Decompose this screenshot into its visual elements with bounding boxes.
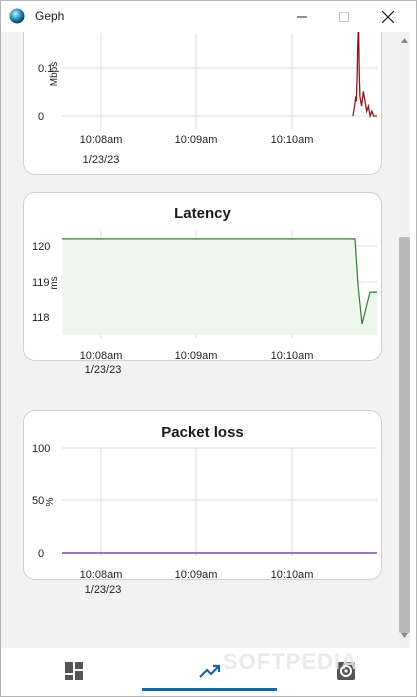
scroll-down-button[interactable]: [399, 629, 410, 641]
dashboard-icon: [65, 662, 83, 680]
x-tick-label: 10:08am: [80, 569, 123, 579]
nav-dashboard-button[interactable]: [6, 648, 142, 694]
x-tick-label: 10:08am: [80, 350, 123, 360]
throughput-chart: 0.1 0 Mbps 10:08am 10:09am 10:10am 1/23/…: [38, 32, 377, 166]
geph-logo-icon: [9, 8, 25, 24]
y-tick-label: 50: [32, 495, 44, 507]
throughput-series-line: [352, 32, 377, 119]
minimize-icon: [297, 16, 307, 17]
packet-loss-chart: 100 50 0 % 10:08am 10:09am 10:10am: [32, 443, 377, 579]
x-tick-label: 10:09am: [175, 134, 218, 146]
y-axis-label: Mbps: [49, 62, 60, 86]
maximize-button[interactable]: [321, 1, 367, 32]
x-tick-label: 10:09am: [175, 569, 218, 579]
y-axis-label: ms: [49, 276, 60, 289]
x-date-label: 1/23/23: [84, 364, 122, 376]
y-tick-label: 119: [32, 277, 50, 289]
x-tick-label: 10:10am: [271, 134, 314, 146]
active-tab-indicator: [142, 688, 277, 691]
x-tick-label: 10:09am: [175, 350, 218, 360]
y-tick-label: 100: [32, 443, 50, 455]
y-tick-label: 0: [38, 548, 44, 560]
packet-loss-card: Packet loss 100 50 0 % 10:08am 10:09am 1…: [23, 410, 382, 580]
latency-chart: 120 119 118 ms 10:08am 10:09am 10:10am: [32, 231, 377, 360]
trending-up-icon: [199, 664, 221, 678]
x-tick-label: 10:10am: [271, 569, 314, 579]
close-icon: [382, 10, 394, 23]
x-date-label: 1/23/23: [83, 154, 120, 166]
x-tick-label: 10:10am: [271, 350, 314, 360]
grid: [62, 447, 377, 556]
minimize-button[interactable]: [279, 1, 325, 32]
chevron-down-icon: [401, 632, 408, 638]
stats-scroll-area[interactable]: 0.1 0 Mbps 10:08am 10:09am 10:10am 1/23/…: [1, 32, 399, 648]
y-tick-label: 0: [38, 111, 44, 123]
x-date-label: 1/23/23: [84, 584, 122, 596]
x-tick-label: 10:08am: [80, 134, 123, 146]
close-button[interactable]: [365, 1, 411, 32]
throughput-card: 0.1 0 Mbps 10:08am 10:09am 10:10am 1/23/…: [23, 32, 382, 175]
grid: [62, 33, 377, 129]
softpedia-watermark: SOFTPEDIA: [223, 649, 358, 674]
app-window: Geph 0.1 0 Mbps 10:08am 10:09am 10:10am …: [0, 0, 417, 697]
scrollbar-thumb[interactable]: [399, 237, 410, 633]
window-title: Geph: [35, 9, 65, 23]
y-tick-label: 118: [32, 312, 50, 324]
scroll-up-button[interactable]: [399, 34, 410, 46]
title-bar: Geph: [1, 1, 416, 32]
y-tick-label: 120: [32, 241, 50, 253]
latency-card: Latency 120 119 118 ms 10:08am 10:09am 1…: [23, 192, 382, 361]
y-axis-label: %: [45, 497, 56, 506]
maximize-icon: [339, 11, 349, 22]
chevron-up-icon: [401, 37, 408, 43]
latency-area-fill: [62, 238, 377, 335]
